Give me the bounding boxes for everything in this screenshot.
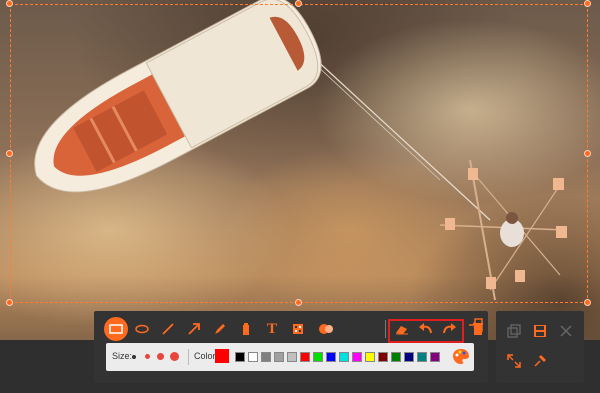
- exit-button[interactable]: [468, 317, 484, 333]
- color-swatch[interactable]: [378, 352, 388, 362]
- eraser-button[interactable]: [390, 317, 414, 341]
- palette-icon[interactable]: [452, 348, 470, 365]
- color-swatch[interactable]: [287, 352, 297, 362]
- color-swatch[interactable]: [417, 352, 427, 362]
- copy-button[interactable]: [504, 321, 524, 341]
- fullscreen-button[interactable]: [504, 351, 524, 371]
- color-swatch[interactable]: [339, 352, 349, 362]
- options-row: Size: Color:: [106, 343, 474, 371]
- copy-icon: [507, 324, 521, 338]
- color-swatch[interactable]: [235, 352, 245, 362]
- fullscreen-icon: [507, 354, 521, 368]
- highlighter-tool[interactable]: [234, 317, 258, 341]
- callout-icon: [319, 324, 333, 334]
- text-icon: T: [266, 320, 277, 337]
- options-divider: [188, 349, 189, 365]
- tools-row: T: [102, 317, 488, 343]
- line-tool[interactable]: [156, 317, 180, 341]
- size-option-m[interactable]: [157, 353, 164, 360]
- annotation-toolbar: T Size: Color:: [94, 311, 488, 383]
- color-swatch[interactable]: [365, 352, 375, 362]
- handle-top-center[interactable]: [295, 0, 302, 7]
- capture-selection[interactable]: [10, 4, 588, 303]
- eraser-icon: [396, 326, 408, 335]
- color-swatch[interactable]: [326, 352, 336, 362]
- rectangle-icon: [109, 324, 123, 334]
- output-panel: [496, 311, 584, 383]
- redo-button[interactable]: [437, 317, 461, 341]
- undo-button[interactable]: [414, 317, 438, 341]
- toolbar-divider: [385, 320, 386, 338]
- line-icon: [162, 323, 174, 335]
- redo-icon: [443, 323, 456, 334]
- ellipse-tool[interactable]: [130, 317, 154, 341]
- color-swatch[interactable]: [391, 352, 401, 362]
- color-swatch[interactable]: [313, 352, 323, 362]
- pin-icon: [534, 355, 546, 367]
- color-swatch[interactable]: [274, 352, 284, 362]
- size-option-s[interactable]: [145, 354, 150, 359]
- color-swatch[interactable]: [404, 352, 414, 362]
- color-swatch[interactable]: [352, 352, 362, 362]
- save-button[interactable]: [530, 321, 550, 341]
- pen-tool[interactable]: [208, 317, 232, 341]
- close-icon: [560, 325, 572, 337]
- color-swatch[interactable]: [248, 352, 258, 362]
- save-icon: [534, 325, 546, 337]
- pen-icon: [215, 324, 225, 334]
- handle-middle-right[interactable]: [584, 150, 591, 157]
- blur-tool[interactable]: [286, 317, 310, 341]
- ellipse-icon: [135, 324, 149, 334]
- callout-tool[interactable]: [314, 317, 338, 341]
- exit-icon: [469, 318, 483, 332]
- handle-bottom-center[interactable]: [295, 299, 302, 306]
- blur-icon: [293, 324, 303, 334]
- handle-bottom-left[interactable]: [6, 299, 13, 306]
- color-swatch[interactable]: [300, 352, 310, 362]
- arrow-icon: [188, 323, 200, 335]
- handle-middle-left[interactable]: [6, 150, 13, 157]
- arrow-tool[interactable]: [182, 317, 206, 341]
- close-button[interactable]: [556, 321, 576, 341]
- rectangle-tool[interactable]: [104, 317, 128, 341]
- current-color-swatch: [215, 349, 229, 363]
- undo-icon: [419, 323, 432, 334]
- pin-button[interactable]: [530, 351, 550, 371]
- text-tool[interactable]: T: [260, 317, 284, 341]
- size-label: Size:: [112, 351, 133, 361]
- size-option-l[interactable]: [170, 352, 179, 361]
- highlighter-icon: [243, 323, 249, 335]
- handle-bottom-right[interactable]: [584, 299, 591, 306]
- handle-top-left[interactable]: [6, 0, 13, 7]
- color-swatch[interactable]: [261, 352, 271, 362]
- size-option-xs[interactable]: [132, 355, 136, 359]
- handle-top-right[interactable]: [584, 0, 591, 7]
- color-swatch[interactable]: [430, 352, 440, 362]
